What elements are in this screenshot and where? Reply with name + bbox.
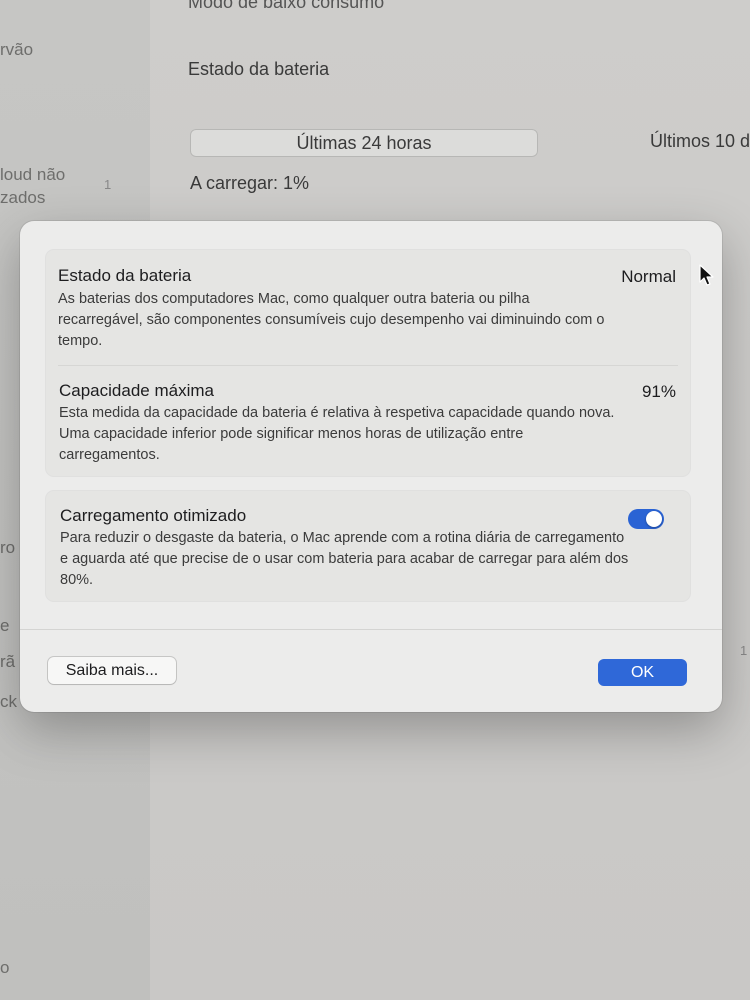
row-divider — [58, 365, 678, 366]
learn-more-button[interactable]: Saiba mais... — [48, 657, 176, 684]
segment-last-10-days[interactable]: Últimos 10 d — [650, 131, 750, 152]
charging-status: A carregar: 1% — [190, 173, 310, 193]
battery-health-section-title: Estado da bateria — [188, 59, 330, 79]
optimized-charging-toggle[interactable] — [628, 509, 664, 529]
sidebar-fragment: e — [0, 616, 10, 635]
sidebar-fragment: o — [0, 958, 10, 977]
footer-divider — [20, 629, 722, 630]
sidebar-fragment: ck — [0, 692, 17, 711]
optimized-charging-description: Para reduzir o desgaste da bateria, o Ma… — [60, 530, 629, 588]
sidebar-fragment: zados — [0, 188, 46, 207]
low-power-mode-label: Modo de baixo consumo — [188, 0, 385, 12]
battery-health-description: As baterias dos computadores Mac, como q… — [58, 291, 605, 349]
sidebar-fragment: rã — [0, 652, 16, 671]
sidebar-fragment: rvão — [0, 40, 34, 59]
sidebar-fragment: loud não — [0, 165, 66, 184]
arrow-cursor-icon — [699, 264, 714, 286]
optimized-charging-card: Carregamento otimizado Para reduzir o de… — [46, 491, 690, 601]
battery-health-value: Normal — [621, 267, 676, 286]
segment-last-24-hours[interactable]: Últimas 24 horas — [190, 129, 538, 157]
background-number: 1 — [104, 177, 112, 192]
sidebar-fragment: ro — [0, 538, 16, 557]
max-capacity-description: Esta medida da capacidade da bateria é r… — [59, 405, 615, 463]
battery-health-title: Estado da bateria — [58, 266, 192, 285]
battery-info-card: Estado da bateria Normal As baterias dos… — [46, 250, 690, 476]
battery-info-dialog: Estado da bateria Normal As baterias dos… — [20, 221, 722, 712]
max-capacity-title: Capacidade máxima — [59, 381, 214, 400]
optimized-charging-title: Carregamento otimizado — [60, 506, 247, 525]
max-capacity-value: 91% — [641, 382, 676, 401]
background-number: 1 — [740, 643, 748, 658]
ok-button[interactable]: OK — [598, 659, 687, 686]
toggle-knob — [646, 511, 662, 527]
